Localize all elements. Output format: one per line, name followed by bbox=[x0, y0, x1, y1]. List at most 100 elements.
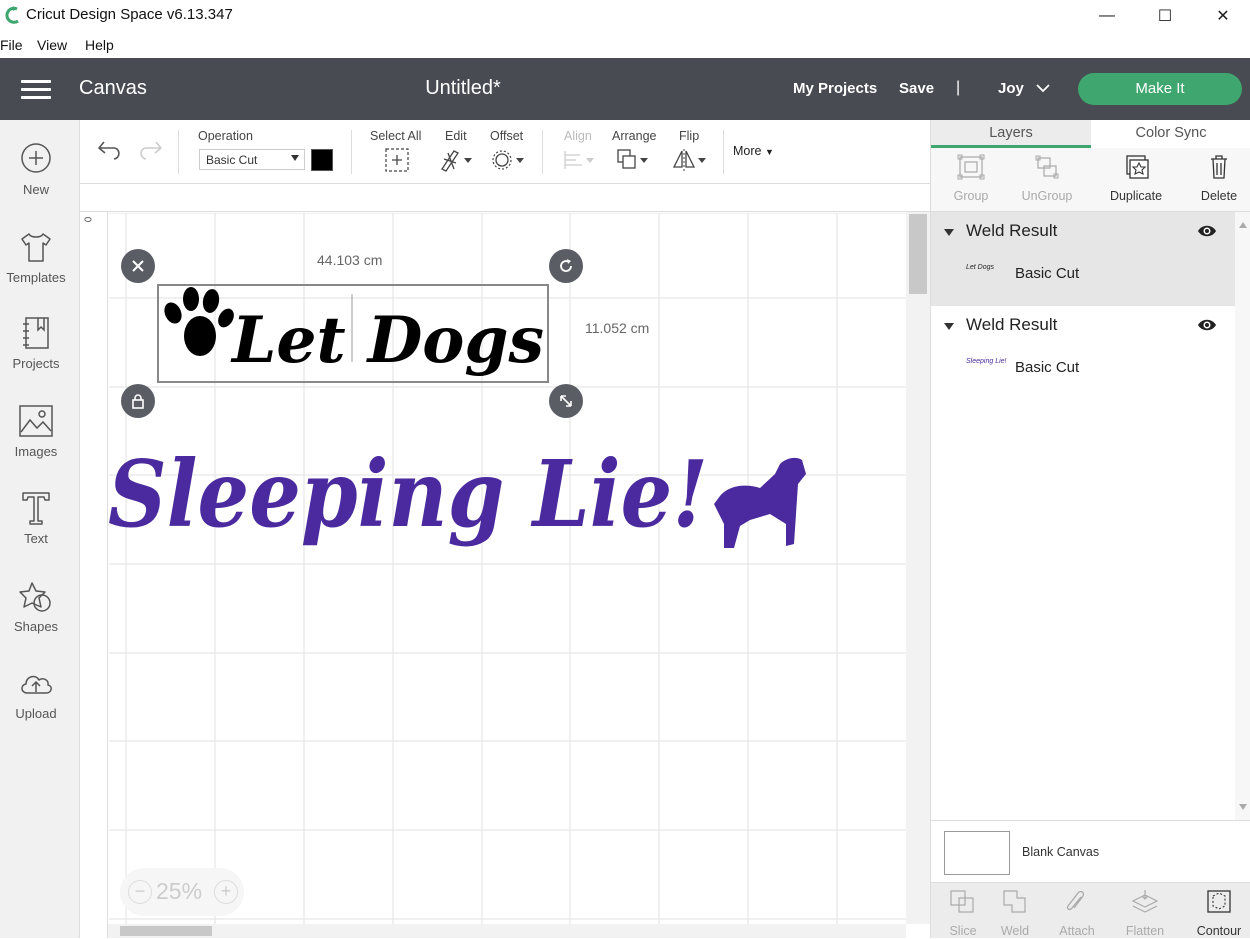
attach-button[interactable]: Attach bbox=[1045, 883, 1109, 939]
scroll-thumb[interactable] bbox=[909, 214, 927, 294]
close-button[interactable]: ✕ bbox=[1194, 0, 1250, 32]
chevron-down-icon[interactable] bbox=[1036, 83, 1050, 93]
duplicate-button[interactable]: Duplicate bbox=[1096, 148, 1176, 212]
contour-icon bbox=[1207, 890, 1231, 913]
attach-label: Attach bbox=[1059, 924, 1095, 938]
menu-help[interactable]: Help bbox=[85, 37, 114, 53]
select-all-label: Select All bbox=[370, 129, 422, 143]
close-icon: ✕ bbox=[1216, 8, 1230, 25]
image-icon bbox=[19, 405, 53, 437]
blank-canvas-label: Blank Canvas bbox=[1022, 845, 1100, 859]
zoom-level: 25% bbox=[156, 878, 203, 904]
user-menu[interactable]: Joy bbox=[998, 80, 1024, 97]
align-icon[interactable] bbox=[562, 147, 596, 173]
blank-canvas-row[interactable]: Blank Canvas bbox=[931, 820, 1250, 882]
document-title[interactable]: Untitled* bbox=[0, 77, 926, 100]
weld-icon bbox=[1003, 890, 1026, 913]
resize-handle[interactable] bbox=[549, 384, 583, 418]
expand-triangle-icon[interactable] bbox=[944, 229, 954, 236]
zoom-control: − 25% + bbox=[120, 868, 244, 916]
expand-triangle-icon[interactable] bbox=[944, 323, 954, 330]
lock-handle[interactable] bbox=[121, 384, 155, 418]
vertical-scrollbar[interactable] bbox=[906, 212, 930, 924]
more-menu[interactable]: More ▼ bbox=[733, 144, 774, 158]
left-sidebar: New Templates Projects Images Text Shape… bbox=[0, 120, 80, 938]
toolbar-divider bbox=[723, 130, 724, 174]
contour-button[interactable]: Contour bbox=[1187, 883, 1250, 939]
operation-select[interactable]: Basic Cut bbox=[199, 149, 305, 170]
layer-name: Weld Result bbox=[966, 315, 1058, 334]
layer-group[interactable]: Weld Result Sleeping Lie! Basic Cut bbox=[931, 306, 1235, 400]
sidebar-label-templates: Templates bbox=[6, 270, 66, 285]
edit-icon[interactable] bbox=[440, 147, 474, 173]
sidebar-item-shapes[interactable]: Shapes bbox=[0, 579, 80, 659]
weld-button[interactable]: Weld bbox=[983, 883, 1047, 939]
height-dimension: 11.052 cm bbox=[585, 320, 650, 336]
slice-icon bbox=[950, 890, 974, 913]
rotate-handle[interactable] bbox=[549, 249, 583, 283]
more-label: More bbox=[733, 144, 762, 158]
sidebar-item-upload[interactable]: Upload bbox=[0, 666, 80, 746]
design-canvas[interactable]: 0 Let Dogs Sleeping Lie! 44.103 cm 11.05… bbox=[80, 184, 930, 938]
make-it-button[interactable]: Make It bbox=[1078, 73, 1242, 105]
design-text-sleeping-lie[interactable]: Sleeping Lie! bbox=[108, 440, 708, 548]
duplicate-label: Duplicate bbox=[1109, 189, 1163, 203]
sidebar-label-shapes: Shapes bbox=[13, 619, 59, 634]
horizontal-scrollbar[interactable] bbox=[108, 924, 906, 938]
lock-icon bbox=[132, 394, 144, 409]
layer-group[interactable]: Weld Result Let Dogs Basic Cut bbox=[931, 212, 1235, 306]
ungroup-button[interactable]: UnGroup bbox=[1007, 148, 1087, 212]
offset-icon[interactable] bbox=[492, 147, 526, 173]
tab-color-sync[interactable]: Color Sync bbox=[1091, 120, 1250, 148]
menu-view[interactable]: View bbox=[37, 37, 67, 53]
eye-icon[interactable] bbox=[1197, 318, 1217, 332]
scroll-down-icon[interactable] bbox=[1239, 804, 1247, 810]
select-all-icon[interactable] bbox=[385, 147, 409, 173]
maximize-button[interactable]: ☐ bbox=[1136, 0, 1194, 32]
zoom-in-button[interactable]: + bbox=[214, 880, 238, 904]
tab-layers[interactable]: Layers bbox=[931, 120, 1091, 148]
selection-box[interactable] bbox=[157, 284, 549, 383]
bottom-tools: Slice Weld Attach Flatten Contour bbox=[931, 882, 1250, 938]
arrange-icon[interactable] bbox=[616, 147, 650, 173]
sidebar-item-new[interactable]: New bbox=[0, 142, 80, 222]
undo-icon[interactable] bbox=[96, 138, 124, 162]
scroll-thumb[interactable] bbox=[120, 926, 212, 936]
minimize-button[interactable]: — bbox=[1078, 0, 1136, 32]
layers-scrollbar[interactable] bbox=[1235, 212, 1250, 820]
delete-handle[interactable] bbox=[121, 249, 155, 283]
flatten-button[interactable]: Flatten bbox=[1113, 883, 1177, 939]
layer-thumbnail: Sleeping Lie! bbox=[966, 358, 1007, 365]
flip-icon[interactable] bbox=[672, 147, 708, 173]
operation-value: Basic Cut bbox=[206, 153, 258, 167]
redo-icon[interactable] bbox=[136, 138, 164, 162]
eye-icon[interactable] bbox=[1197, 224, 1217, 238]
dropdown-arrow-icon bbox=[291, 155, 299, 161]
sidebar-item-projects[interactable]: Projects bbox=[0, 316, 80, 396]
contour-label: Contour bbox=[1196, 924, 1242, 938]
group-button[interactable]: Group bbox=[931, 148, 1011, 212]
operation-color-swatch[interactable] bbox=[311, 149, 333, 171]
scroll-up-icon[interactable] bbox=[1239, 222, 1247, 228]
layer-name: Weld Result bbox=[966, 221, 1058, 240]
close-icon bbox=[132, 260, 144, 272]
my-projects-link[interactable]: My Projects bbox=[793, 80, 877, 97]
ungroup-icon bbox=[1035, 155, 1059, 179]
app-header: Canvas Untitled* My Projects Save | Joy … bbox=[0, 58, 1250, 120]
zoom-out-button[interactable]: − bbox=[128, 880, 152, 904]
save-button[interactable]: Save bbox=[899, 80, 934, 97]
layer-operation: Basic Cut bbox=[1015, 265, 1080, 282]
sidebar-item-text[interactable]: Text bbox=[0, 491, 80, 571]
panel-tabs: Layers Color Sync bbox=[931, 120, 1250, 148]
cloud-upload-icon bbox=[21, 675, 52, 694]
sidebar-item-images[interactable]: Images bbox=[0, 404, 80, 484]
header-separator: | bbox=[956, 79, 961, 96]
notebook-icon bbox=[23, 317, 49, 349]
toolbar-divider bbox=[542, 130, 543, 174]
sidebar-item-templates[interactable]: Templates bbox=[0, 230, 80, 310]
flip-label: Flip bbox=[679, 129, 700, 143]
menu-file[interactable]: File bbox=[0, 37, 23, 53]
layer-tools: Group UnGroup Duplicate Delete bbox=[931, 148, 1250, 212]
canvas-color-swatch[interactable] bbox=[944, 831, 1010, 875]
delete-button[interactable]: Delete bbox=[1179, 148, 1250, 212]
